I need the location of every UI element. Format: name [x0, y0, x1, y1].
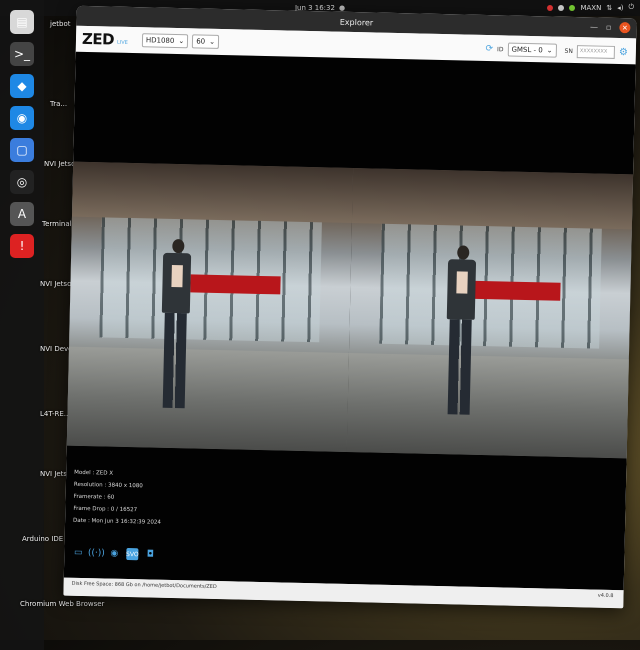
sn-label: SN	[564, 47, 573, 55]
fps-value: 60	[196, 37, 206, 46]
minimize-icon[interactable]: —	[590, 22, 598, 31]
desktop-icon-label[interactable]: Tra...	[50, 100, 67, 108]
camera-viewer[interactable]: Model : ZED X Resolution : 3840 x 1080 F…	[63, 51, 636, 591]
volume-icon[interactable]: ◂)	[617, 4, 623, 12]
version-text: v4.0.8	[597, 592, 614, 600]
chevron-down-icon: ⌄	[178, 37, 185, 46]
network-icon[interactable]: ⇅	[606, 4, 612, 12]
id-label: ID	[497, 45, 504, 53]
explorer-window: Explorer — ▫ ✕ ZED LIVE HD1080 ⌄ 60 ⌄ ⟳ …	[63, 5, 637, 609]
obs-icon[interactable]: ◎	[10, 170, 34, 194]
resolution-select[interactable]: HD1080 ⌄	[141, 33, 189, 49]
screenshot-icon[interactable]: ▢	[10, 138, 34, 162]
power-mode-label: MAXN	[580, 3, 602, 12]
vscode-icon[interactable]: ◆	[10, 74, 34, 98]
window-title: Explorer	[339, 17, 374, 27]
desktop-icon-label[interactable]: L4T-RE...	[40, 410, 70, 418]
tray-icon[interactable]	[558, 4, 565, 11]
date-text: Date : Mon Jun 3 16:32:39 2024	[73, 517, 162, 526]
power-icon[interactable]: ⏻	[628, 3, 634, 12]
error-icon[interactable]: !	[10, 234, 34, 258]
files-icon[interactable]: ▤	[10, 10, 34, 34]
zed-logo: ZED	[81, 29, 115, 49]
chromium-icon[interactable]: ◉	[10, 106, 34, 130]
serial-number-placeholder: XXXXXXXX	[579, 48, 608, 55]
system-tray[interactable]: MAXN ⇅ ◂) ⏻	[547, 3, 634, 12]
interface-select[interactable]: GMSL - 0 ⌄	[507, 42, 557, 58]
serial-number-input[interactable]: XXXXXXXX	[576, 44, 616, 59]
camera-info: Model : ZED X Resolution : 3840 x 1080 F…	[73, 467, 162, 529]
desktop-icon-label[interactable]: Terminal	[42, 220, 72, 228]
desktop-icon-label[interactable]: Chromium Web Browser	[20, 600, 104, 608]
right-eye-image	[346, 168, 634, 459]
settings-gear-icon[interactable]: ⚙	[619, 47, 628, 58]
record-video-icon[interactable]: ◉	[108, 548, 120, 560]
terminal-icon[interactable]: >_	[10, 42, 34, 66]
close-icon[interactable]: ✕	[619, 22, 631, 34]
dock: ▤ >_ ◆ ◉ ▢ ◎ A!	[0, 0, 44, 650]
live-badge: LIVE	[116, 39, 128, 46]
software-icon[interactable]: A	[10, 202, 34, 226]
chevron-down-icon: ⌄	[209, 37, 216, 46]
stream-icon[interactable]: ((·))	[88, 547, 105, 559]
maximize-icon[interactable]: ▫	[606, 23, 612, 32]
svo-icon[interactable]: SVO	[126, 547, 139, 561]
refresh-icon[interactable]: ⟳	[485, 44, 493, 54]
chevron-down-icon: ⌄	[546, 46, 553, 55]
desktop-icon-label[interactable]: Arduino IDE	[22, 535, 63, 543]
camera-snapshot-icon[interactable]: ◘	[144, 548, 156, 560]
record-icon[interactable]	[547, 4, 554, 11]
interface-value: GMSL - 0	[511, 45, 543, 55]
resolution-value: HD1080	[145, 36, 175, 45]
fps-select[interactable]: 60 ⌄	[192, 34, 220, 49]
stereo-video	[66, 161, 634, 459]
folder-icon[interactable]: ▭	[72, 547, 84, 559]
desktop-icon-label[interactable]: jetbot	[50, 20, 70, 28]
nvidia-icon[interactable]	[569, 4, 576, 11]
left-eye-image	[66, 161, 354, 452]
